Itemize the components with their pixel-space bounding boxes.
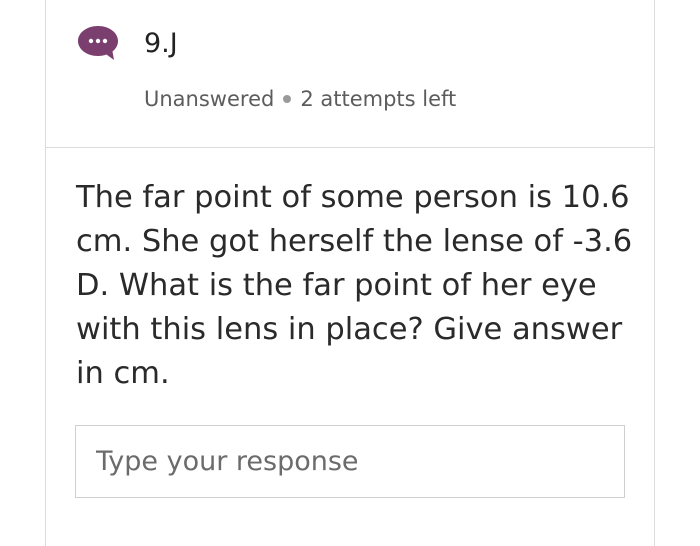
question-text: The far point of some person is 10.6 cm.… — [76, 180, 633, 391]
attempts-left-text: 2 attempts left — [300, 87, 457, 111]
question-header — [45, 0, 655, 148]
status-text: Unanswered — [144, 87, 275, 111]
separator-dot-icon — [283, 94, 292, 103]
question-status-line: Unanswered 2 attempts left — [144, 85, 456, 113]
response-input[interactable] — [76, 426, 624, 497]
question-number: 9.J — [144, 28, 178, 59]
chat-bubble-icon[interactable] — [77, 25, 119, 61]
response-field-container — [75, 425, 625, 498]
